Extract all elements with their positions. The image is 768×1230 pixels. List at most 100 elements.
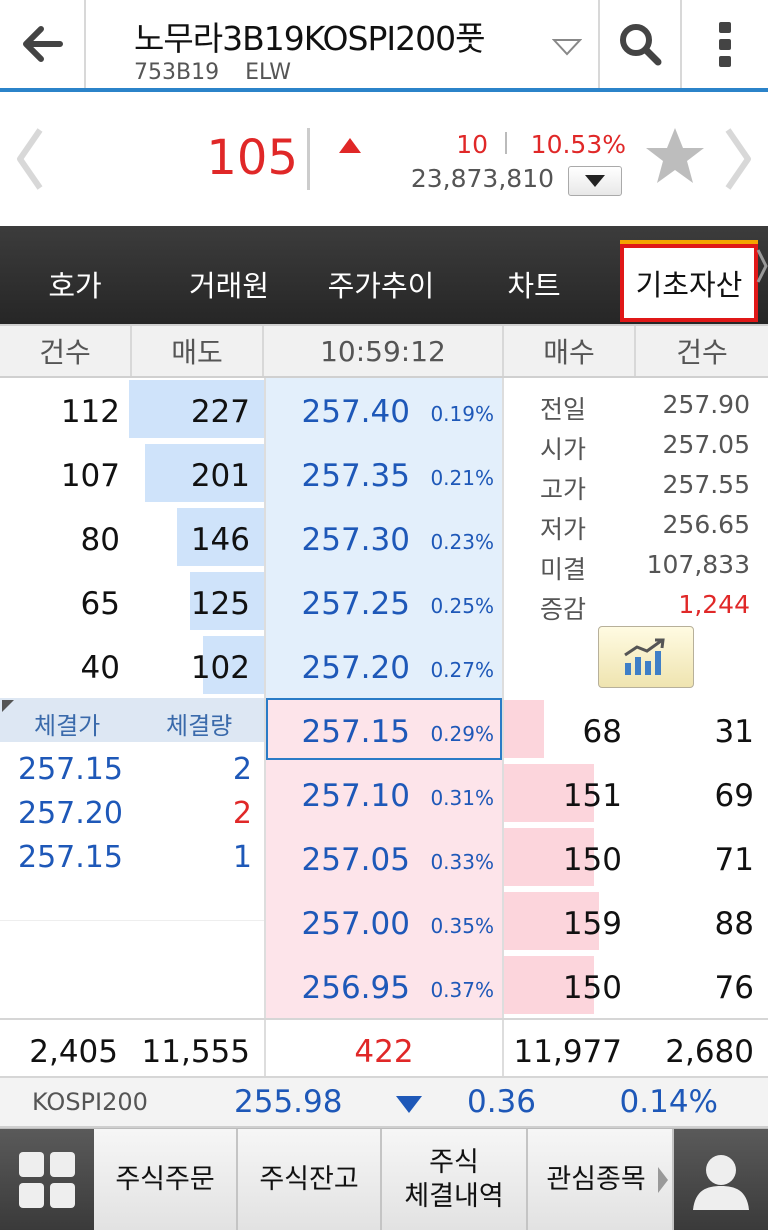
info-value: 257.55 bbox=[662, 470, 750, 499]
price-change: 10 bbox=[456, 130, 488, 159]
ask-count: 112 bbox=[60, 394, 120, 430]
bottom-nav: 주식주문 주식잔고 주식 체결내역 관심종목 bbox=[0, 1128, 768, 1230]
user-profile-button[interactable] bbox=[674, 1129, 768, 1230]
ask-price-percent: 0.23% bbox=[430, 530, 494, 554]
mini-chart-button[interactable] bbox=[598, 626, 694, 688]
next-instrument-icon[interactable] bbox=[724, 126, 754, 192]
total-bid-count: 2,680 bbox=[665, 1034, 754, 1070]
info-value: 1,244 bbox=[678, 590, 750, 619]
ask-volume: 125 bbox=[190, 586, 250, 622]
info-label: 고가 bbox=[540, 475, 587, 504]
ask-price: 257.25 bbox=[301, 586, 410, 622]
chevron-down-icon bbox=[552, 39, 582, 56]
total-bid-volume: 11,977 bbox=[513, 1034, 622, 1070]
bid-volume: 150 bbox=[562, 970, 622, 1006]
instrument-name: 노무라3B19KOSPI200풋 bbox=[134, 19, 485, 58]
total-volume-diff: 422 bbox=[354, 1034, 414, 1070]
search-button[interactable] bbox=[598, 0, 680, 88]
instrument-meta: 753B19 ELW bbox=[134, 60, 291, 85]
price-change-percent: 10.53% bbox=[530, 130, 626, 159]
ask-volume: 201 bbox=[190, 458, 250, 494]
bid-volume: 159 bbox=[562, 906, 622, 942]
info-label: 전일 bbox=[540, 395, 587, 424]
tab-bar: 호가 거래원 주가추이 차트 기초자산 bbox=[0, 226, 768, 324]
trade-price: 257.20 bbox=[18, 796, 123, 831]
volume-dropdown-button[interactable] bbox=[568, 166, 622, 196]
more-menu-button[interactable] bbox=[680, 0, 768, 88]
bid-count: 69 bbox=[714, 778, 754, 814]
ask-count: 40 bbox=[80, 650, 120, 686]
ask-price-percent: 0.27% bbox=[430, 658, 494, 682]
total-ask-volume: 11,555 bbox=[141, 1034, 250, 1070]
bid-price-percent: 0.35% bbox=[430, 914, 494, 938]
nav-watchlist[interactable]: 관심종목 bbox=[528, 1129, 674, 1230]
ask-price-percent: 0.25% bbox=[430, 594, 494, 618]
column-header-count: 건수 bbox=[676, 336, 728, 369]
nav-stock-order[interactable]: 주식주문 bbox=[94, 1129, 238, 1230]
trade-volume: 2 bbox=[232, 796, 252, 831]
menu-grid-button[interactable] bbox=[0, 1129, 94, 1230]
ask-volume: 146 bbox=[190, 522, 250, 558]
column-header-count: 건수 bbox=[0, 326, 132, 376]
tab-price-trend[interactable]: 주가추이 bbox=[308, 226, 454, 324]
divider bbox=[505, 132, 507, 154]
bid-price: 257.10 bbox=[301, 778, 410, 814]
info-label: 증감 bbox=[540, 595, 587, 624]
tab-underlying-asset[interactable]: 기초자산 bbox=[620, 240, 758, 322]
corner-marker-icon bbox=[2, 700, 14, 712]
nav-stock-executions[interactable]: 주식 체결내역 bbox=[382, 1129, 528, 1230]
recent-trades-panel: 체결가 체결량 257.15 2 257.20 2 257.15 1 bbox=[0, 698, 264, 1018]
divider bbox=[0, 920, 264, 921]
trades-header-volume: 체결량 bbox=[166, 712, 233, 740]
total-ask-count: 2,405 bbox=[29, 1034, 118, 1070]
back-button[interactable] bbox=[0, 0, 86, 88]
chevron-right-icon[interactable] bbox=[656, 1165, 670, 1195]
index-name: KOSPI200 bbox=[32, 1088, 148, 1116]
bid-count: 31 bbox=[714, 714, 754, 750]
index-ticker[interactable]: KOSPI200 255.98 0.36 0.14% bbox=[0, 1078, 768, 1128]
column-header-bid: 매수 bbox=[504, 326, 636, 376]
bid-price-percent: 0.33% bbox=[430, 850, 494, 874]
ask-price: 257.30 bbox=[301, 522, 410, 558]
orderbook-time: 10:59:12 bbox=[264, 326, 504, 376]
info-row: 증감 1,244 bbox=[504, 584, 768, 624]
info-label: 미결 bbox=[540, 555, 587, 584]
ask-count: 107 bbox=[60, 458, 120, 494]
favorite-star-icon[interactable] bbox=[644, 126, 706, 186]
tab-chart[interactable]: 차트 bbox=[454, 226, 614, 324]
trade-price: 257.15 bbox=[18, 752, 123, 787]
info-row: 저가 256.65 bbox=[504, 504, 768, 544]
ask-count: 65 bbox=[80, 586, 120, 622]
bid-price: 257.00 bbox=[301, 906, 410, 942]
back-arrow-icon bbox=[23, 26, 63, 62]
column-header-ask: 매도 bbox=[132, 326, 264, 376]
up-triangle-icon bbox=[339, 138, 361, 153]
ask-count: 80 bbox=[80, 522, 120, 558]
trades-header: 체결가 체결량 bbox=[0, 698, 264, 742]
bid-volume: 150 bbox=[562, 842, 622, 878]
bar-chart-trend-icon bbox=[624, 638, 665, 675]
bid-volume: 151 bbox=[562, 778, 622, 814]
index-value: 255.98 bbox=[234, 1084, 343, 1120]
bid-count: 71 bbox=[714, 842, 754, 878]
trade-row: 257.15 2 bbox=[0, 748, 264, 792]
instrument-selector[interactable]: 노무라3B19KOSPI200풋 753B19 ELW bbox=[86, 0, 598, 88]
orderbook-header: 건수 매도 10:59:12 매수 건수 bbox=[0, 324, 768, 378]
ask-price: 257.40 bbox=[301, 394, 410, 430]
bid-count: 76 bbox=[714, 970, 754, 1006]
prev-instrument-icon[interactable] bbox=[14, 126, 44, 192]
instrument-type: ELW bbox=[245, 60, 291, 85]
tab-hoga[interactable]: 호가 bbox=[0, 226, 150, 324]
ask-volume: 102 bbox=[190, 650, 250, 686]
info-label: 시가 bbox=[540, 435, 587, 464]
trade-volume: 23,873,810 bbox=[410, 164, 554, 193]
trade-row: 257.15 1 bbox=[0, 836, 264, 880]
chevron-right-icon[interactable] bbox=[756, 246, 768, 286]
tab-broker[interactable]: 거래원 bbox=[150, 226, 308, 324]
info-value: 257.90 bbox=[662, 390, 750, 419]
bid-price-percent: 0.31% bbox=[430, 786, 494, 810]
info-value: 107,833 bbox=[646, 550, 750, 579]
nav-stock-balance[interactable]: 주식잔고 bbox=[238, 1129, 382, 1230]
bid-price: 256.95 bbox=[301, 970, 410, 1006]
trade-row: 257.20 2 bbox=[0, 792, 264, 836]
